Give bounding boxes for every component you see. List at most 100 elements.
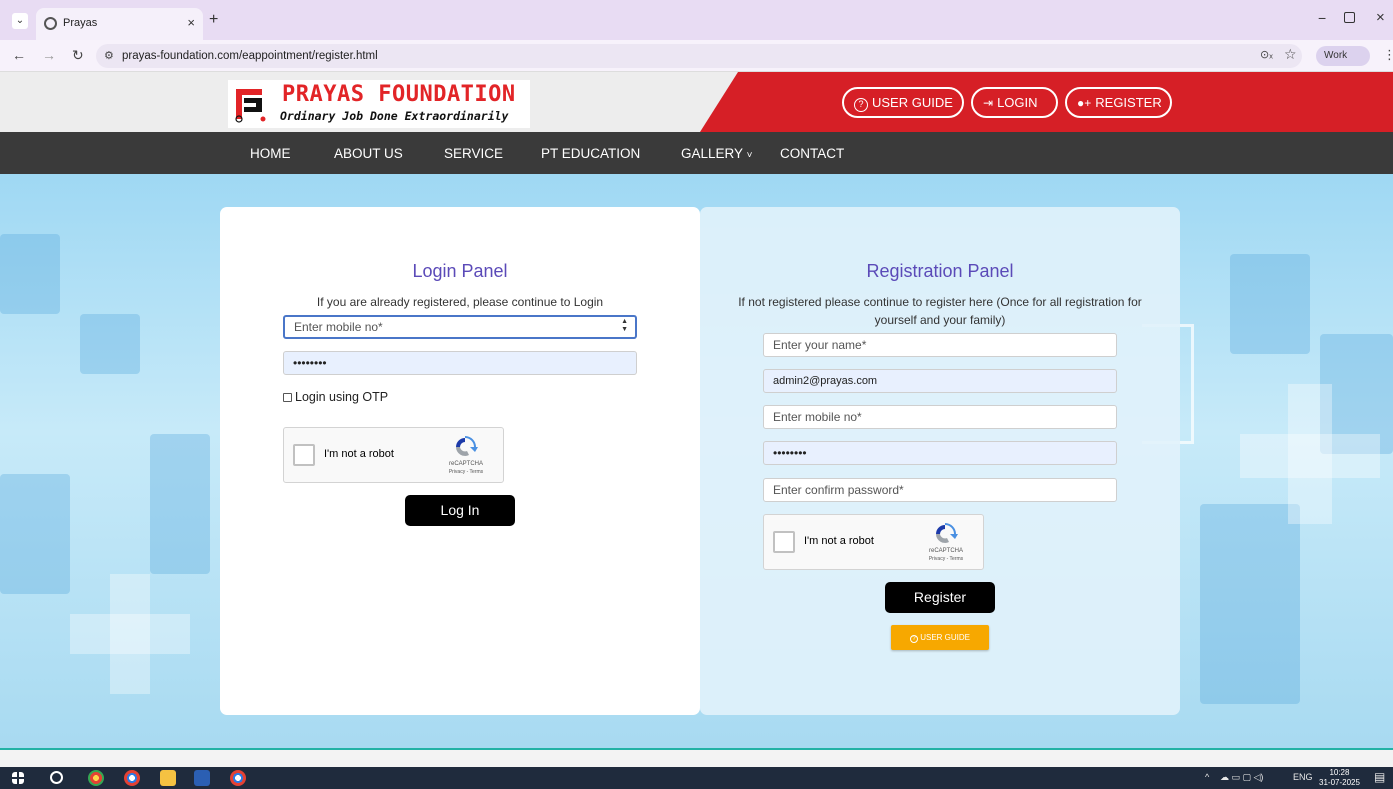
window-restore-icon[interactable] <box>1344 12 1355 23</box>
brand-logo[interactable]: PRAYAS FOUNDATION Ordinary Job Done Extr… <box>228 80 530 128</box>
recaptcha-terms[interactable]: Privacy - Terms <box>436 469 496 475</box>
bg-cross <box>1240 434 1380 478</box>
recaptcha-checkbox[interactable] <box>293 444 315 466</box>
bg-tile <box>0 474 70 594</box>
otp-checkbox[interactable] <box>283 393 292 402</box>
search-icon[interactable] <box>50 771 63 784</box>
user-guide-label: USER GUIDE <box>872 95 953 110</box>
register-label: REGISTER <box>1095 95 1162 110</box>
recaptcha-brand: reCAPTCHA <box>448 461 483 467</box>
recaptcha-brand: reCAPTCHA <box>928 548 963 554</box>
url-text[interactable]: prayas-foundation.com/eappointment/regis… <box>122 50 378 62</box>
register-password-value: •••••••• <box>773 446 807 460</box>
globe-icon <box>44 17 57 30</box>
page-bottom-strip <box>0 750 1393 767</box>
login-password-input[interactable]: •••••••• <box>283 351 637 375</box>
site-info-icon[interactable]: ⚙ <box>104 49 114 62</box>
profile-button[interactable]: Work <box>1316 46 1370 66</box>
nav-pt-education[interactable]: PT EDUCATION <box>541 146 640 161</box>
recaptcha-logo-icon <box>456 436 478 456</box>
register-email-value: admin2@prayas.com <box>773 375 878 387</box>
register-mobile-input[interactable]: Enter mobile no* <box>763 405 1117 429</box>
header-red-band <box>700 72 1393 132</box>
bg-tile <box>150 434 210 574</box>
recaptcha-logo-icon <box>936 523 958 543</box>
back-arrow-icon[interactable]: ← <box>12 47 26 63</box>
taskbar-clock[interactable]: 10:28 31-07-2025 <box>1319 768 1360 788</box>
window-close-icon[interactable]: × <box>1376 9 1385 26</box>
recaptcha-label: I'm not a robot <box>324 448 394 460</box>
user-guide-label: USER GUIDE <box>920 633 971 642</box>
login-panel-title: Login Panel <box>412 261 508 281</box>
browser-menu-icon[interactable]: ⋮ <box>1383 47 1393 63</box>
recaptcha-terms[interactable]: Privacy - Terms <box>916 556 976 562</box>
login-icon: ⇥ <box>983 96 994 110</box>
notification-icon[interactable]: ▤ <box>1374 770 1385 784</box>
bookmark-star-icon[interactable]: ☆ <box>1284 46 1297 63</box>
login-button[interactable]: ⇥ LOGIN <box>971 87 1058 118</box>
new-tab-icon[interactable]: + <box>209 11 218 29</box>
otp-label: Login using OTP <box>295 390 389 404</box>
clock-date: 31-07-2025 <box>1319 778 1360 787</box>
chrome-active-icon[interactable] <box>230 770 246 786</box>
register-user-guide-button[interactable]: ? USER GUIDE <box>891 625 989 650</box>
register-confirm-placeholder: Enter confirm password* <box>773 483 904 497</box>
register-email-input[interactable]: admin2@prayas.com <box>763 369 1117 393</box>
file-explorer-icon[interactable] <box>160 770 176 786</box>
bg-tile <box>1230 254 1310 354</box>
nav-home[interactable]: HOME <box>250 146 291 161</box>
browser-tab-bar: ⌄ Prayas × + − × <box>0 0 1393 40</box>
nav-about-us[interactable]: ABOUT US <box>334 146 403 161</box>
bg-tile <box>1200 504 1300 704</box>
login-mobile-input[interactable]: Enter mobile no* ▲ ▼ <box>283 315 637 339</box>
login-submit-button[interactable]: Log In <box>405 495 515 526</box>
main-nav: HOME ABOUT US SERVICE PT EDUCATION GALLE… <box>0 132 1393 174</box>
prayas-logo-icon <box>235 89 266 123</box>
os-taskbar: ^ ☁ ▭ ▢ ◁) ENG 10:28 31-07-2025 ▤ <box>0 767 1393 789</box>
word-icon[interactable] <box>194 770 210 786</box>
register-mobile-placeholder: Enter mobile no* <box>773 410 862 424</box>
chevron-down-icon: ˅ <box>746 150 753 161</box>
register-button[interactable]: ●+ REGISTER <box>1065 87 1172 118</box>
register-confirm-password-input[interactable]: Enter confirm password* <box>763 478 1117 502</box>
register-submit-button[interactable]: Register <box>885 582 995 613</box>
login-label: LOGIN <box>997 95 1038 110</box>
address-bar[interactable]: ⚙ prayas-foundation.com/eappointment/reg… <box>96 44 1302 68</box>
browser-toolbar: ← → ↻ ⚙ prayas-foundation.com/eappointme… <box>0 40 1393 72</box>
tray-language[interactable]: ENG <box>1293 772 1313 782</box>
nav-service[interactable]: SERVICE <box>444 146 503 161</box>
nav-gallery[interactable]: GALLERY ˅ <box>681 146 752 161</box>
tab-title: Prayas <box>63 17 98 29</box>
chrome-profile-icon[interactable] <box>124 770 140 786</box>
password-key-icon[interactable]: ⊙ₓ <box>1260 48 1273 61</box>
registration-panel: Registration Panel If not registered ple… <box>700 207 1180 715</box>
content-area: Login Panel If you are already registere… <box>0 174 1393 748</box>
tab-search-chevron-icon[interactable]: ⌄ <box>12 13 28 29</box>
register-recaptcha: I'm not a robot reCAPTCHA Privacy - Term… <box>763 514 984 570</box>
user-guide-button[interactable]: ? USER GUIDE <box>842 87 964 118</box>
browser-tab-prayas[interactable]: Prayas × <box>36 8 203 40</box>
brand-title: PRAYAS FOUNDATION <box>282 82 516 107</box>
nav-contact[interactable]: CONTACT <box>780 146 844 161</box>
register-password-input[interactable]: •••••••• <box>763 441 1117 465</box>
login-recaptcha: I'm not a robot reCAPTCHA Privacy - Term… <box>283 427 504 483</box>
tray-icons[interactable]: ☁ ▭ ▢ ◁) <box>1220 772 1263 783</box>
question-circle-icon: ? <box>909 635 918 643</box>
windows-start-icon[interactable] <box>12 772 24 784</box>
register-name-placeholder: Enter your name* <box>773 338 867 352</box>
forward-arrow-icon[interactable]: → <box>42 47 56 63</box>
tab-close-icon[interactable]: × <box>187 15 195 30</box>
window-minimize-icon[interactable]: − <box>1318 10 1326 26</box>
nav-gallery-label: GALLERY <box>681 146 743 161</box>
number-spinner-icon[interactable]: ▲ ▼ <box>621 318 628 334</box>
login-panel-subtitle: If you are already registered, please co… <box>316 295 604 309</box>
login-panel: Login Panel If you are already registere… <box>220 207 700 715</box>
chrome-icon[interactable] <box>88 770 104 786</box>
recaptcha-checkbox[interactable] <box>773 531 795 553</box>
register-name-input[interactable]: Enter your name* <box>763 333 1117 357</box>
reload-icon[interactable]: ↻ <box>72 47 84 64</box>
profile-label: Work <box>1324 50 1348 61</box>
login-otp-option[interactable]: Login using OTP <box>283 390 388 404</box>
tray-chevron-icon[interactable]: ^ <box>1205 772 1209 782</box>
bg-cross <box>70 614 190 654</box>
